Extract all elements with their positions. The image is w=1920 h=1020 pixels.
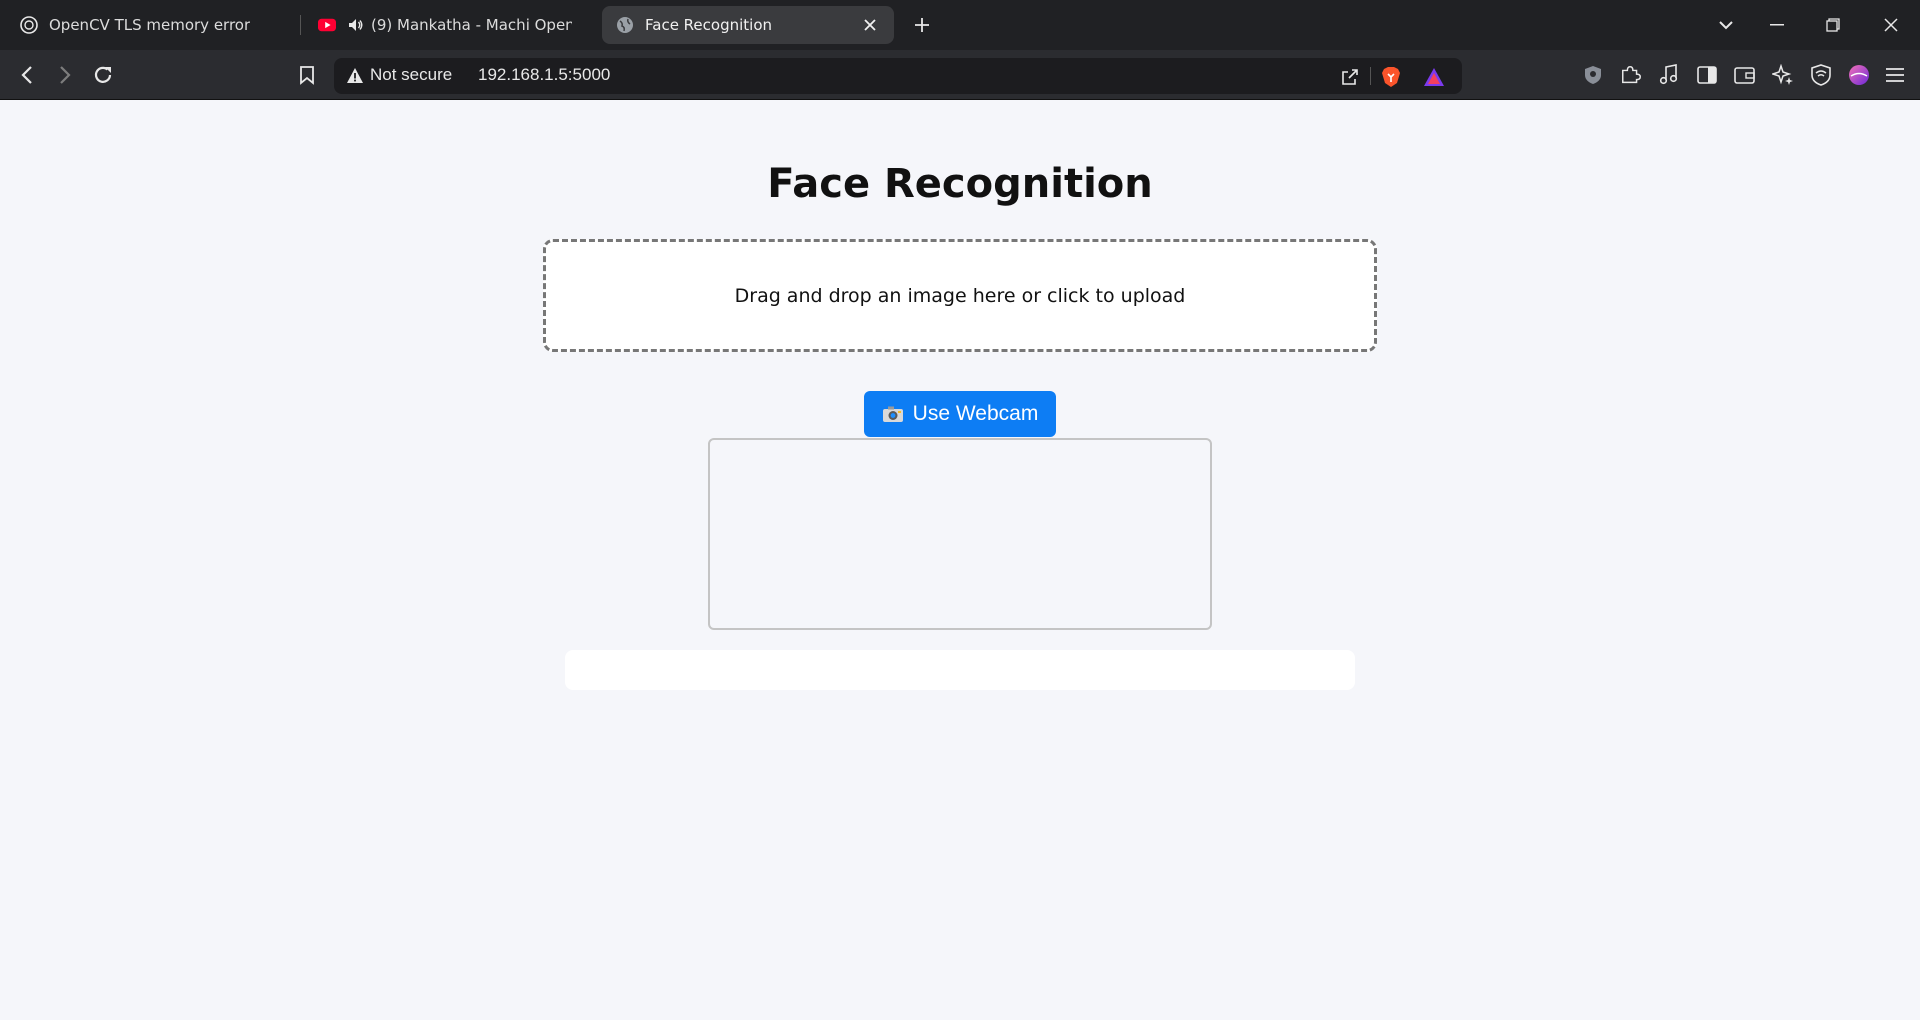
camera-icon xyxy=(882,405,904,423)
forward-button[interactable] xyxy=(50,60,80,90)
tab-search-chevron-icon[interactable] xyxy=(1711,10,1741,40)
speaker-icon[interactable] xyxy=(347,16,365,34)
webcam-video xyxy=(708,438,1212,630)
use-webcam-label: Use Webcam xyxy=(912,402,1039,425)
wallet-icon[interactable] xyxy=(1730,60,1760,90)
tab-title: OpenCV TLS memory error xyxy=(49,16,251,34)
profile-avatar[interactable] xyxy=(1844,60,1874,90)
back-button[interactable] xyxy=(12,60,42,90)
tab-face-recognition[interactable]: Face Recognition xyxy=(602,6,894,44)
restore-button[interactable] xyxy=(1818,10,1848,40)
url-text[interactable]: 192.168.1.5:5000 xyxy=(478,65,610,85)
close-tab-icon[interactable] xyxy=(860,15,880,35)
sidebar-icon[interactable] xyxy=(1692,60,1722,90)
globe-icon xyxy=(616,16,634,34)
extensions-icon[interactable] xyxy=(1616,60,1646,90)
page-content: Face Recognition Drag and drop an image … xyxy=(0,101,1920,1020)
youtube-icon xyxy=(318,16,336,34)
leo-ai-icon[interactable] xyxy=(1768,60,1798,90)
openai-icon xyxy=(20,16,38,34)
brave-rewards-icon[interactable] xyxy=(1422,65,1446,89)
vpn-icon[interactable] xyxy=(1806,60,1836,90)
tab-bar: OpenCV TLS memory error (9) Mankatha - M… xyxy=(0,0,1920,50)
tab-title: (9) Mankatha - Machi Open the xyxy=(371,16,572,34)
media-music-icon[interactable] xyxy=(1654,60,1684,90)
minimize-button[interactable] xyxy=(1762,10,1792,40)
dropzone-text: Drag and drop an image here or click to … xyxy=(734,284,1186,307)
menu-icon[interactable] xyxy=(1880,60,1910,90)
tab-separator xyxy=(300,15,301,35)
tab-title: Face Recognition xyxy=(645,16,773,34)
browser-toolbar: Not secure 192.168.1.5:5000 xyxy=(0,50,1920,100)
security-label[interactable]: Not secure xyxy=(370,65,452,85)
result-panel xyxy=(565,650,1355,690)
close-window-button[interactable] xyxy=(1876,10,1906,40)
bookmark-icon[interactable] xyxy=(292,60,322,90)
brave-shields-icon[interactable] xyxy=(1379,65,1403,89)
use-webcam-button[interactable]: Use Webcam xyxy=(864,391,1056,437)
new-tab-button[interactable] xyxy=(907,10,937,40)
reload-button[interactable] xyxy=(88,60,118,90)
tab-opencv[interactable]: OpenCV TLS memory error xyxy=(6,6,296,44)
image-dropzone[interactable]: Drag and drop an image here or click to … xyxy=(543,239,1377,352)
share-icon[interactable] xyxy=(1338,65,1362,89)
tab-youtube[interactable]: (9) Mankatha - Machi Open the xyxy=(304,6,586,44)
warning-icon[interactable] xyxy=(346,67,364,85)
address-bar[interactable]: Not secure 192.168.1.5:5000 xyxy=(334,58,1462,94)
page-title: Face Recognition xyxy=(767,161,1153,207)
vpn-shield-icon[interactable] xyxy=(1578,60,1608,90)
address-divider xyxy=(1370,67,1371,85)
